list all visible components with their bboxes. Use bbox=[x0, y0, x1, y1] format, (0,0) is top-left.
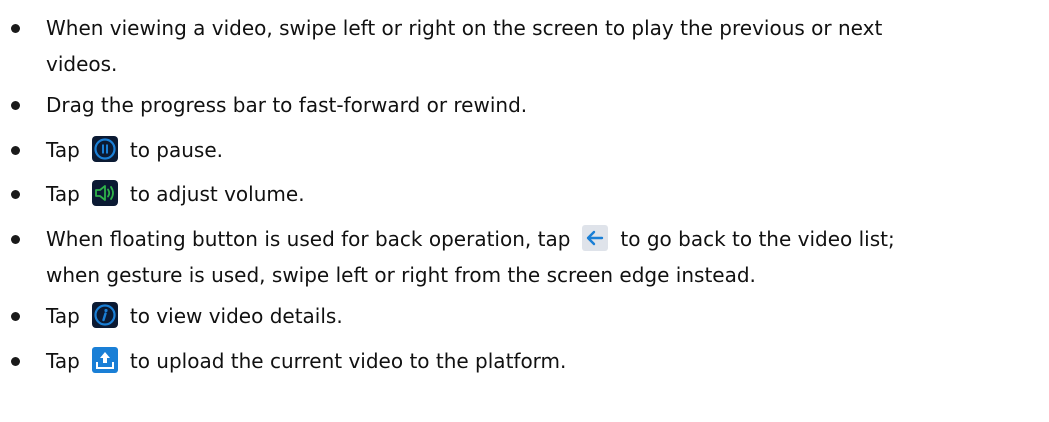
item-text-line1: When viewing a video, swipe left or righ… bbox=[46, 16, 883, 40]
bullet-dot bbox=[11, 146, 20, 155]
item-text-before: Tap bbox=[46, 182, 80, 206]
item-text-line2: videos. bbox=[46, 52, 118, 76]
item-text-after: to adjust volume. bbox=[129, 182, 305, 206]
upload-icon bbox=[91, 347, 118, 373]
item-text-before: When floating button is used for back op… bbox=[46, 227, 571, 251]
bullet-dot bbox=[11, 357, 20, 366]
item-text-after: to upload the current video to the platf… bbox=[129, 349, 567, 373]
item-text-line2: when gesture is used, swipe left or righ… bbox=[46, 263, 756, 287]
item-text-before: Tap bbox=[46, 304, 80, 328]
bullet-dot bbox=[11, 190, 20, 199]
back-arrow-icon bbox=[582, 225, 609, 251]
item-text-after: to view video details. bbox=[129, 304, 343, 328]
bullet-dot bbox=[11, 24, 20, 33]
bullet-dot bbox=[11, 312, 20, 321]
info-icon bbox=[91, 302, 118, 328]
bullet-dot bbox=[11, 101, 20, 110]
item-text-before: Tap bbox=[46, 138, 80, 162]
volume-icon bbox=[91, 180, 118, 206]
item-text-after: to pause. bbox=[129, 138, 224, 162]
bullet-dot bbox=[11, 235, 20, 244]
item-text: Drag the progress bar to fast-forward or… bbox=[46, 93, 528, 117]
item-text-before: Tap bbox=[46, 349, 80, 373]
item-text-after: to go back to the video list; bbox=[620, 227, 895, 251]
pause-icon bbox=[91, 136, 118, 162]
